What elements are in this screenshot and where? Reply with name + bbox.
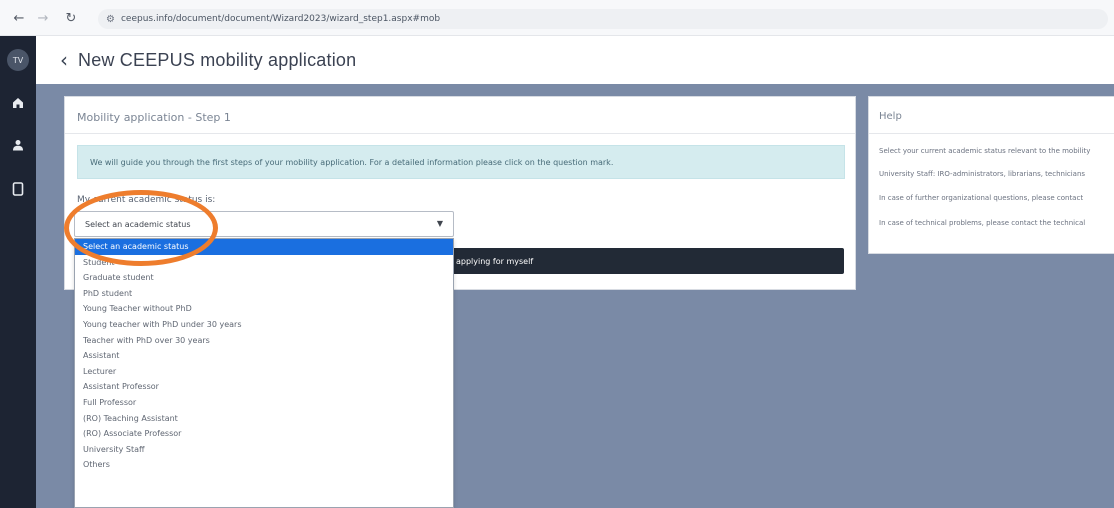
dropdown-option[interactable]: Graduate student xyxy=(75,270,453,286)
reload-icon[interactable]: ↻ xyxy=(60,7,82,29)
info-alert: We will guide you through the first step… xyxy=(77,145,845,179)
left-rail: TV xyxy=(0,36,36,508)
dropdown-option[interactable]: Assistant xyxy=(75,348,453,364)
card-divider xyxy=(65,133,855,134)
select-value: Select an academic status xyxy=(85,219,191,229)
page-header: ‹ New CEEPUS mobility application xyxy=(36,36,1114,84)
academic-status-label: My current academic status is: xyxy=(77,195,216,205)
document-icon[interactable] xyxy=(0,178,36,200)
dropdown-option[interactable]: Lecturer xyxy=(75,364,453,380)
address-bar[interactable]: ⚙ ceepus.info/document/document/Wizard20… xyxy=(98,9,1108,29)
help-line: In case of further organizational questi… xyxy=(879,194,1084,202)
site-info-icon[interactable]: ⚙ xyxy=(106,14,115,25)
academic-status-select[interactable]: Select an academic status ▼ xyxy=(74,211,454,237)
back-arrow-icon[interactable]: ← xyxy=(8,7,30,29)
apply-button-label: applying for myself xyxy=(456,256,534,266)
help-line: Select your current academic status rele… xyxy=(879,147,1091,155)
help-title: Help xyxy=(879,111,902,122)
dropdown-option[interactable]: (RO) Associate Professor xyxy=(75,426,453,442)
dropdown-option[interactable]: Young Teacher without PhD xyxy=(75,301,453,317)
forward-arrow-icon[interactable]: → xyxy=(32,7,54,29)
dropdown-option[interactable]: Young teacher with PhD under 30 years xyxy=(75,317,453,333)
academic-status-dropdown: Select an academic status Student Gradua… xyxy=(74,238,454,508)
home-icon[interactable] xyxy=(0,92,36,114)
help-card: Help Select your current academic status… xyxy=(868,96,1114,254)
dropdown-option[interactable]: Full Professor xyxy=(75,395,453,411)
browser-toolbar: ← → ↻ ⚙ ceepus.info/document/document/Wi… xyxy=(0,0,1114,36)
dropdown-option[interactable]: Assistant Professor xyxy=(75,379,453,395)
user-icon[interactable] xyxy=(0,134,36,156)
url-text: ceepus.info/document/document/Wizard2023… xyxy=(120,14,441,24)
help-line: In case of technical problems, please co… xyxy=(879,219,1086,227)
dropdown-option[interactable]: Others xyxy=(75,457,453,473)
dropdown-option[interactable]: (RO) Teaching Assistant xyxy=(75,411,453,427)
dropdown-option[interactable]: Select an academic status xyxy=(75,239,453,255)
dropdown-option[interactable]: Teacher with PhD over 30 years xyxy=(75,333,453,349)
avatar[interactable]: TV xyxy=(7,49,29,71)
help-line: University Staff: IRO-administrators, li… xyxy=(879,170,1086,178)
card-title: Mobility application - Step 1 xyxy=(77,111,231,124)
page-title: New CEEPUS mobility application xyxy=(78,49,357,70)
dropdown-option[interactable]: Student xyxy=(75,255,453,271)
help-divider xyxy=(869,133,1114,134)
apply-for-myself-button[interactable]: applying for myself xyxy=(454,248,844,274)
back-chevron-icon[interactable]: ‹ xyxy=(60,50,68,70)
caret-down-icon: ▼ xyxy=(436,219,443,228)
dropdown-option[interactable]: PhD student xyxy=(75,286,453,302)
info-text: We will guide you through the first step… xyxy=(90,157,614,167)
dropdown-option[interactable]: University Staff xyxy=(75,442,453,458)
